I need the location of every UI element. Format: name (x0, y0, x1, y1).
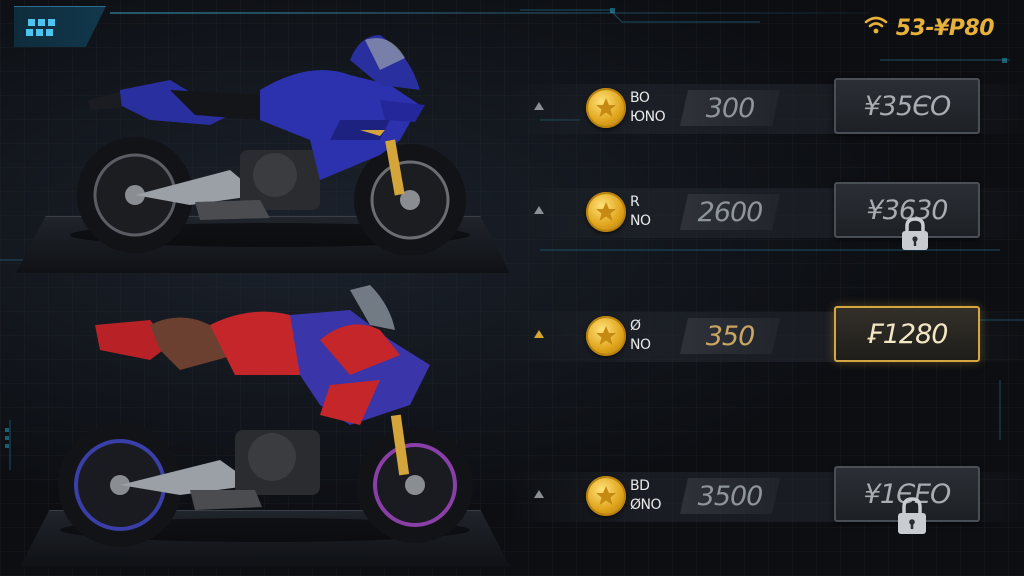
top-divider (110, 12, 870, 14)
upgrade-row[interactable]: BO ЮNO 300 ¥35ЄO (510, 78, 1024, 138)
upgrade-arrow-icon (534, 206, 544, 214)
grid-menu-icon (26, 19, 62, 37)
wifi-icon (864, 15, 888, 41)
upgrade-arrow-icon (534, 490, 544, 498)
coin-icon (586, 316, 626, 356)
upgrade-row[interactable]: R NO 2600 ¥3630 (510, 182, 1024, 250)
lock-icon (895, 216, 935, 252)
coin-icon (586, 192, 626, 232)
coin-icon (586, 476, 626, 516)
upgrade-cost: 300 (680, 90, 780, 126)
upgrade-cost: 3500 (680, 478, 780, 514)
upgrade-cost: 350 (680, 318, 780, 354)
upgrade-cost: 2600 (680, 194, 780, 230)
motorcycle-blue[interactable] (60, 30, 480, 255)
lock-icon (892, 496, 932, 534)
upgrade-mini-label: Ø NO (630, 318, 651, 353)
upgrade-arrow-icon (534, 330, 544, 338)
upgrade-row[interactable]: Ø NO 350 ₣1280 (510, 306, 1024, 366)
currency-amount: 53-¥P80 (895, 15, 995, 41)
upgrade-mini-label: BD ØNO (630, 478, 662, 513)
price-button[interactable]: ¥35ЄO (834, 78, 980, 134)
motorcycle-red[interactable] (50, 285, 480, 550)
price-button-active[interactable]: ₣1280 (834, 306, 980, 362)
upgrade-mini-label: BO ЮNO (630, 90, 666, 125)
upgrade-mini-label: R NO (630, 194, 651, 229)
upgrade-row[interactable]: BD ØNO 3500 ¥1ЄEO (510, 466, 1024, 534)
currency-display: 53-¥P80 (864, 12, 995, 44)
upgrade-arrow-icon (534, 102, 544, 110)
coin-icon (586, 88, 626, 128)
